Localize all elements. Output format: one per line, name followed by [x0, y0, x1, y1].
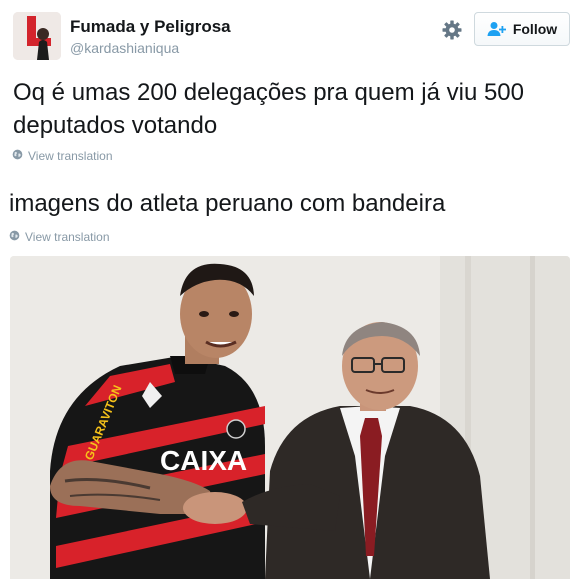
photo-illustration: CAIXA GUARAVITON: [10, 256, 570, 579]
view-translation-link[interactable]: View translation: [12, 149, 113, 163]
view-translation-label: View translation: [25, 230, 110, 244]
person-plus-icon: [487, 21, 507, 37]
follow-button[interactable]: Follow: [474, 12, 570, 46]
avatar-image: [13, 12, 61, 60]
avatar[interactable]: [13, 12, 61, 60]
tweet-photo[interactable]: CAIXA GUARAVITON: [10, 256, 570, 579]
display-name[interactable]: Fumada y Peligrosa: [70, 17, 231, 37]
view-translation-label: View translation: [28, 149, 113, 163]
quoted-text: imagens do atleta peruano com bandeira: [9, 190, 446, 217]
jersey-sponsor-2: CAIXA: [160, 445, 247, 476]
view-translation-link-2[interactable]: View translation: [9, 230, 110, 244]
globe-icon: [12, 149, 23, 163]
user-handle[interactable]: @kardashianiqua: [70, 40, 179, 56]
follow-label: Follow: [512, 21, 558, 37]
gear-icon[interactable]: [440, 18, 464, 42]
globe-icon: [9, 230, 20, 244]
tweet-text: Oq é umas 200 delegações pra quem já viu…: [13, 79, 524, 139]
